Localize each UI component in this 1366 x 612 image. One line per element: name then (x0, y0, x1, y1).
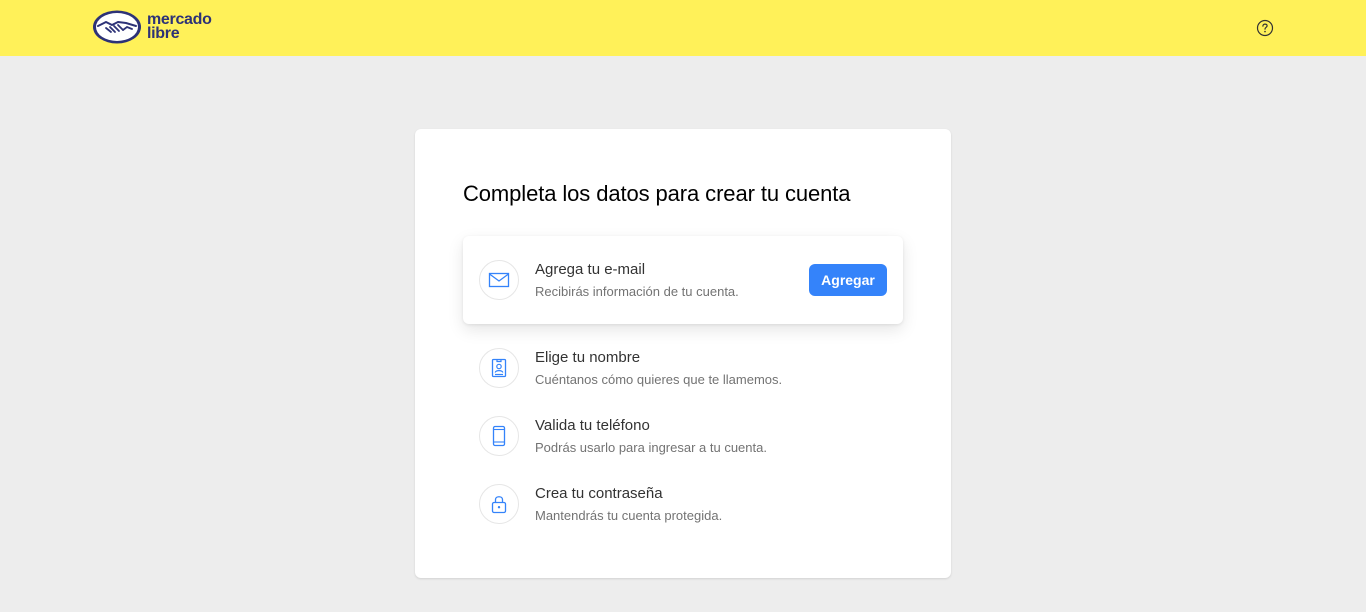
step-name-text: Elige tu nombre Cuéntanos cómo quieres q… (535, 349, 782, 388)
mercado-libre-logo[interactable]: mercado libre (92, 8, 212, 46)
question-circle-icon (1256, 19, 1274, 37)
step-phone-icon-wrap (479, 416, 519, 456)
step-title: Valida tu teléfono (535, 417, 650, 434)
step-subtitle: Recibirás información de tu cuenta. (535, 284, 739, 299)
registration-card: Completa los datos para crear tu cuenta … (415, 129, 951, 578)
help-button[interactable] (1256, 19, 1274, 37)
step-title: Crea tu contraseña (535, 485, 663, 502)
phone-icon (492, 425, 506, 447)
step-password: Crea tu contraseña Mantendrás tu cuenta … (463, 460, 903, 548)
step-name-icon-wrap (479, 348, 519, 388)
id-badge-icon (491, 358, 507, 378)
handshake-logo-icon (93, 10, 141, 44)
lock-icon (491, 496, 507, 514)
logo-wordmark: mercado libre (147, 12, 212, 42)
add-email-button[interactable]: Agregar (809, 264, 887, 296)
step-subtitle: Cuéntanos cómo quieres que te llamemos. (535, 372, 783, 387)
step-title: Elige tu nombre (535, 349, 641, 366)
step-password-icon-wrap (479, 484, 519, 524)
step-phone-text: Valida tu teléfono Podrás usarlo para in… (535, 417, 767, 456)
step-password-text: Crea tu contraseña Mantendrás tu cuenta … (535, 485, 722, 524)
top-header: mercado libre (0, 0, 1366, 56)
step-subtitle: Podrás usarlo para ingresar a tu cuenta. (535, 440, 767, 455)
step-email[interactable]: Agrega tu e-mail Recibirás información d… (463, 236, 903, 324)
step-email-text: Agrega tu e-mail Recibirás información d… (535, 261, 739, 300)
page-title: Completa los datos para crear tu cuenta (463, 181, 851, 206)
step-title: Agrega tu e-mail (535, 261, 646, 278)
logo-text-line2: libre (147, 25, 180, 42)
envelope-icon (488, 272, 510, 288)
step-email-icon-wrap (479, 260, 519, 300)
step-subtitle: Mantendrás tu cuenta protegida. (535, 508, 723, 523)
